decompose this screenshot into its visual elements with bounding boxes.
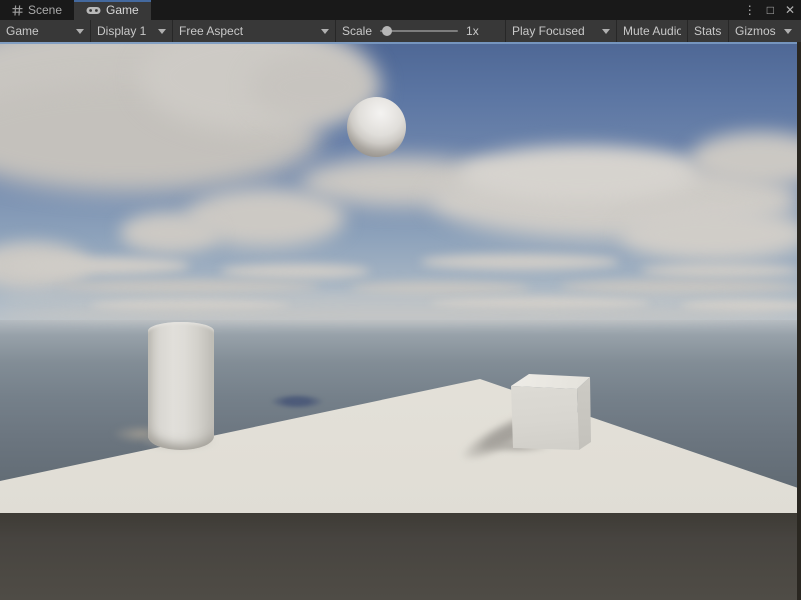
game-viewport[interactable]	[0, 42, 801, 600]
tab-game[interactable]: Game	[74, 0, 151, 20]
cloud	[60, 280, 320, 294]
scale-control: Scale 1x	[336, 20, 506, 42]
aspect-ratio-dropdown[interactable]: Free Aspect	[173, 20, 336, 42]
chevron-down-icon	[602, 29, 610, 34]
tab-scene-label: Scene	[28, 3, 62, 17]
scale-value: 1x	[466, 24, 479, 38]
cloud	[640, 264, 800, 278]
grid-icon	[12, 5, 23, 16]
gizmos-label: Gizmos	[735, 24, 776, 38]
chevron-down-icon	[76, 29, 84, 34]
game-view-mode-dropdown[interactable]: Game	[0, 20, 91, 42]
display-dropdown[interactable]: Display 1	[91, 20, 173, 42]
mute-audio-label: Mute Audio	[623, 24, 681, 38]
sphere-object	[347, 97, 406, 157]
play-focused-label: Play Focused	[512, 24, 585, 38]
more-options-icon[interactable]: ⋮	[742, 0, 758, 20]
cloud	[420, 254, 620, 270]
gizmos-dropdown[interactable]: Gizmos	[729, 20, 801, 42]
maximize-icon[interactable]: □	[765, 0, 776, 20]
chevron-down-icon	[321, 29, 329, 34]
tab-scene[interactable]: Scene	[0, 0, 74, 20]
chevron-down-icon	[784, 29, 792, 34]
cloud	[460, 146, 700, 201]
scale-slider[interactable]	[380, 30, 458, 32]
scale-label: Scale	[342, 24, 372, 38]
unity-game-window: Scene Game ⋮ □ ✕ Game Display 1	[0, 0, 801, 600]
window-controls: ⋮ □ ✕	[742, 0, 797, 20]
cloud	[10, 257, 190, 275]
cloud	[120, 212, 220, 254]
cloud	[220, 264, 370, 279]
game-view-toolbar: Game Display 1 Free Aspect Scale 1x Play…	[0, 20, 801, 42]
tab-game-label: Game	[106, 3, 139, 17]
play-focused-dropdown[interactable]: Play Focused	[506, 20, 617, 42]
stats-button[interactable]: Stats	[688, 20, 729, 42]
cloud	[0, 308, 801, 322]
viewport-right-border	[797, 42, 801, 600]
chevron-down-icon	[158, 29, 166, 34]
aspect-ratio-label: Free Aspect	[179, 24, 243, 38]
tab-bar: Scene Game ⋮ □ ✕	[0, 0, 801, 20]
display-label: Display 1	[97, 24, 146, 38]
stats-label: Stats	[694, 24, 721, 38]
viewport-top-highlight	[0, 42, 801, 44]
cloud	[560, 280, 800, 294]
cloud	[620, 207, 801, 262]
close-icon[interactable]: ✕	[783, 0, 797, 20]
sphere-shadow	[270, 394, 324, 409]
foreground-ground	[0, 513, 801, 600]
gamepad-icon	[86, 6, 101, 15]
cylinder-object	[148, 322, 214, 450]
mute-audio-button[interactable]: Mute Audio	[617, 20, 688, 42]
game-view-mode-label: Game	[6, 24, 39, 38]
scale-slider-thumb[interactable]	[382, 26, 392, 36]
cube-object	[505, 372, 601, 456]
